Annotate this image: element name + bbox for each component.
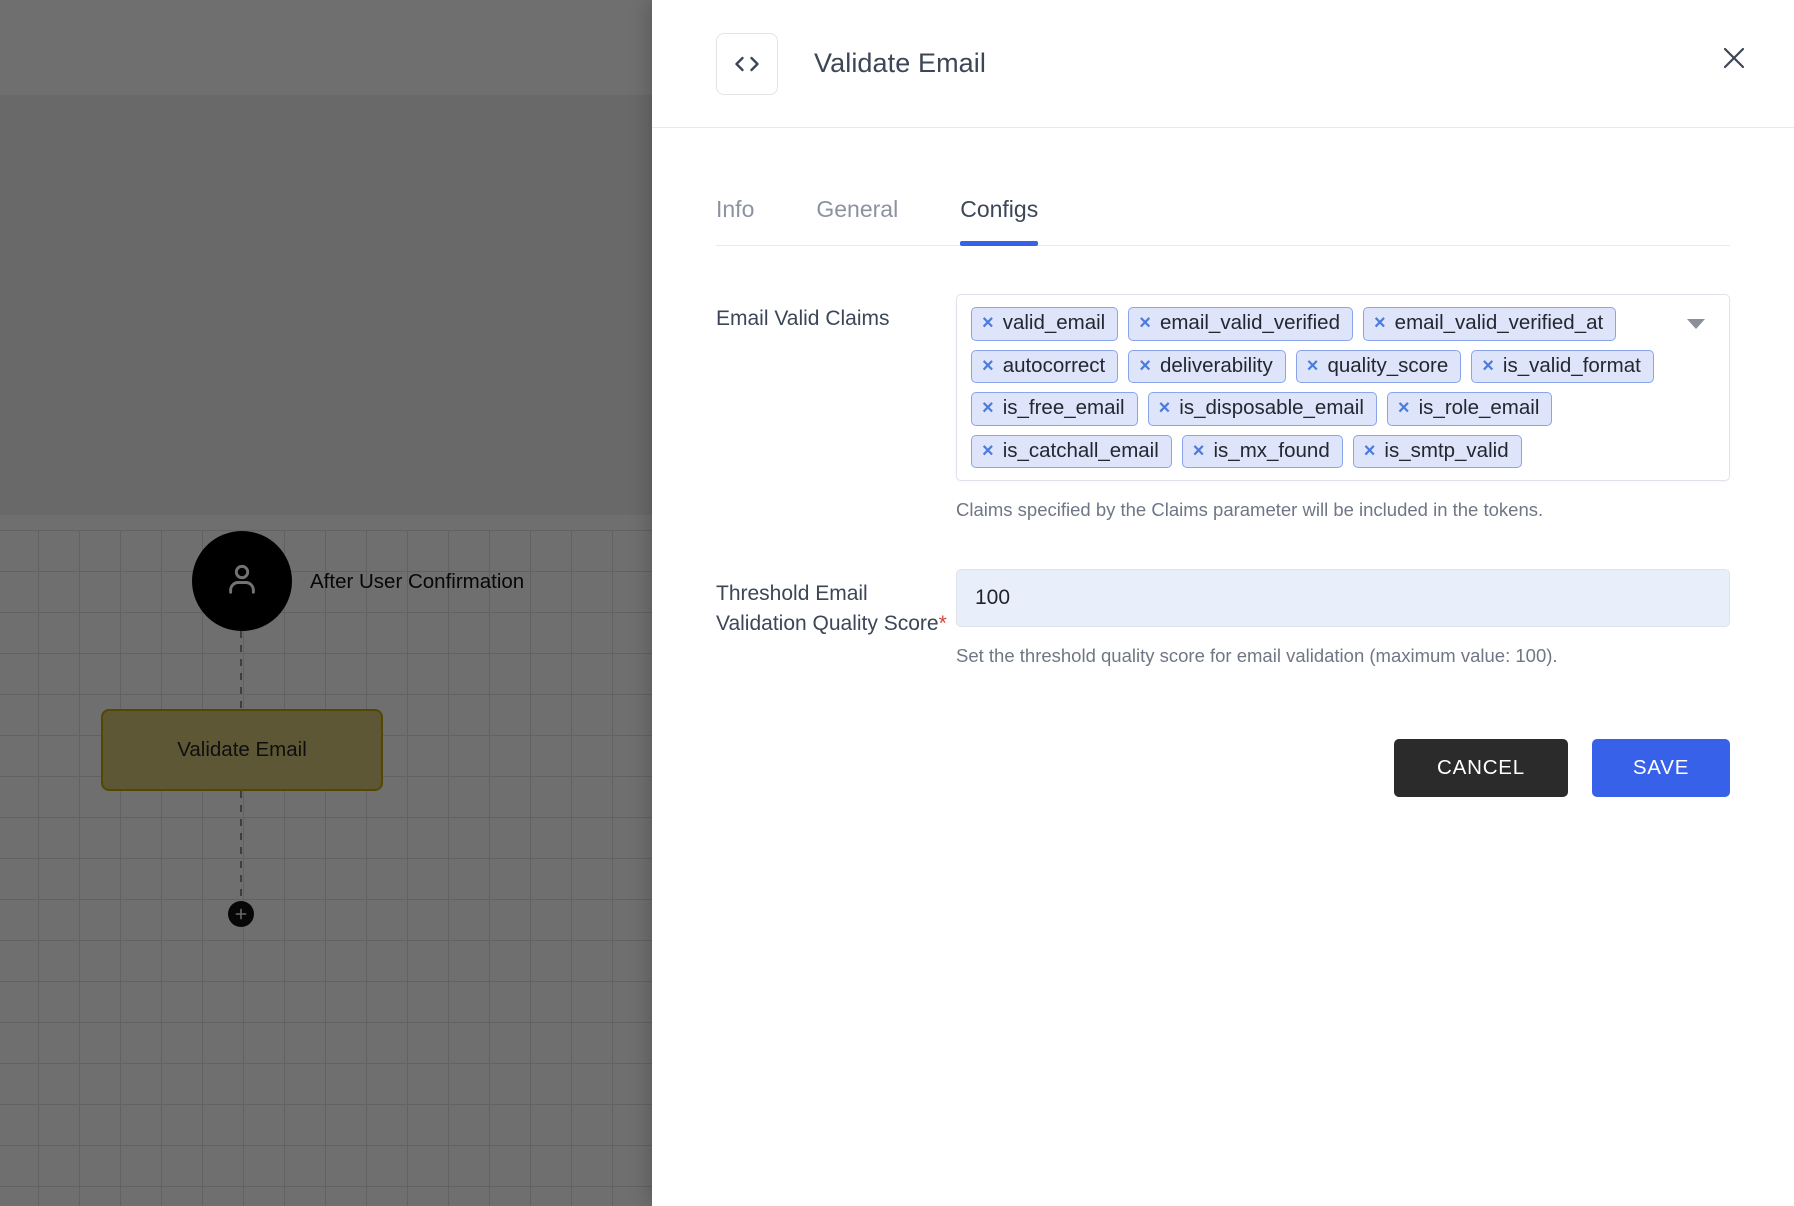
- field-email-valid-claims: Email Valid Claims × valid_email × email_va…: [716, 294, 1730, 521]
- chip-remove-icon[interactable]: ×: [1307, 356, 1319, 376]
- claim-chip[interactable]: × valid_email: [971, 307, 1119, 341]
- field-threshold-quality-score: Threshold Email Validation Quality Score…: [716, 569, 1730, 667]
- add-node-button[interactable]: [228, 901, 254, 927]
- chip-remove-icon[interactable]: ×: [982, 313, 994, 333]
- canvas-grid: [0, 530, 652, 1206]
- claim-chip[interactable]: × quality_score: [1295, 349, 1462, 383]
- tab-bar: Info General Configs: [716, 170, 1730, 246]
- drawer-header: Validate Email: [652, 0, 1794, 128]
- threshold-quality-score-label: Threshold Email Validation Quality Score…: [716, 569, 956, 639]
- chip-remove-icon[interactable]: ×: [1482, 356, 1494, 376]
- flow-node-label: Validate Email: [177, 738, 307, 761]
- chip-remove-icon[interactable]: ×: [982, 441, 994, 461]
- chip-label: is_role_email: [1418, 396, 1540, 419]
- claim-chip[interactable]: × autocorrect: [971, 349, 1119, 383]
- chip-remove-icon[interactable]: ×: [1398, 398, 1410, 418]
- close-button[interactable]: [1714, 40, 1754, 80]
- tab-general[interactable]: General: [816, 196, 898, 245]
- chip-list: × valid_email × email_valid_verified × email_…: [971, 307, 1665, 468]
- chip-remove-icon[interactable]: ×: [1193, 441, 1205, 461]
- claim-chip[interactable]: × is_catchall_email: [971, 434, 1172, 468]
- email-valid-claims-label: Email Valid Claims: [716, 307, 890, 330]
- drawer-actions: CANCEL SAVE: [716, 739, 1730, 797]
- chip-label: deliverability: [1159, 353, 1273, 377]
- flow-canvas[interactable]: After User Confirmation Validate Email: [0, 0, 652, 1206]
- flow-node-validate-email[interactable]: Validate Email: [101, 709, 383, 791]
- claim-chip[interactable]: × is_mx_found: [1181, 434, 1343, 468]
- claim-chip[interactable]: × email_valid_verified: [1128, 307, 1353, 341]
- details-drawer: Validate Email Info General Configs Emai…: [652, 0, 1794, 1206]
- chevron-down-icon[interactable]: [1687, 319, 1705, 329]
- email-valid-claims-helper: Claims specified by the Claims parameter…: [956, 499, 1544, 520]
- chip-label: is_mx_found: [1213, 438, 1330, 462]
- page-title: Validate Email: [814, 48, 986, 78]
- save-button[interactable]: SAVE: [1592, 739, 1730, 797]
- required-marker: *: [938, 612, 947, 635]
- claim-chip[interactable]: × email_valid_verified_at: [1362, 307, 1617, 341]
- claim-chip[interactable]: × deliverability: [1128, 349, 1286, 383]
- flow-edge-top: [240, 631, 242, 711]
- claim-chip[interactable]: × is_valid_format: [1471, 349, 1654, 383]
- claim-chip[interactable]: × is_disposable_email: [1147, 392, 1377, 426]
- chip-label: valid_email: [1002, 311, 1106, 334]
- threshold-quality-score-helper: Set the threshold quality score for emai…: [956, 645, 1558, 666]
- close-icon: [1720, 44, 1748, 77]
- chip-remove-icon[interactable]: ×: [982, 398, 994, 418]
- chip-label: is_smtp_valid: [1384, 438, 1509, 462]
- chip-label: is_valid_format: [1502, 353, 1641, 377]
- flow-edge-bottom: [240, 791, 242, 901]
- claim-chip[interactable]: × is_free_email: [971, 392, 1138, 426]
- chip-label: is_catchall_email: [1002, 438, 1159, 462]
- chip-remove-icon[interactable]: ×: [1364, 441, 1376, 461]
- chip-remove-icon[interactable]: ×: [982, 356, 994, 376]
- chip-remove-icon[interactable]: ×: [1159, 398, 1171, 418]
- threshold-quality-score-input[interactable]: [956, 569, 1730, 627]
- claim-chip[interactable]: × is_smtp_valid: [1352, 434, 1522, 468]
- chip-label: quality_score: [1327, 353, 1449, 377]
- drawer-body: Info General Configs Email Valid Claims …: [652, 128, 1794, 1206]
- cancel-button[interactable]: CANCEL: [1394, 739, 1568, 797]
- threshold-label-text: Threshold Email Validation Quality Score: [716, 582, 939, 635]
- plus-icon: [234, 907, 248, 921]
- chip-remove-icon[interactable]: ×: [1139, 356, 1151, 376]
- chip-label: autocorrect: [1002, 353, 1106, 377]
- chip-label: is_disposable_email: [1179, 396, 1364, 419]
- tab-info[interactable]: Info: [716, 196, 754, 245]
- chip-label: email_valid_verified_at: [1394, 311, 1604, 334]
- email-valid-claims-multiselect[interactable]: × valid_email × email_valid_verified × email_…: [956, 294, 1730, 481]
- app-root: After User Confirmation Validate Email V…: [0, 0, 1794, 1206]
- canvas-panel-band: [0, 95, 652, 515]
- claim-chip[interactable]: × is_role_email: [1386, 392, 1553, 426]
- user-icon: [220, 557, 264, 606]
- tab-configs[interactable]: Configs: [960, 196, 1038, 246]
- chip-label: is_free_email: [1002, 396, 1125, 419]
- chip-remove-icon[interactable]: ×: [1139, 313, 1151, 333]
- chip-remove-icon[interactable]: ×: [1374, 313, 1386, 333]
- code-brackets-icon: [716, 32, 778, 95]
- trigger-node-label: After User Confirmation: [310, 570, 525, 593]
- chip-label: email_valid_verified: [1159, 311, 1340, 334]
- trigger-node[interactable]: [192, 531, 292, 631]
